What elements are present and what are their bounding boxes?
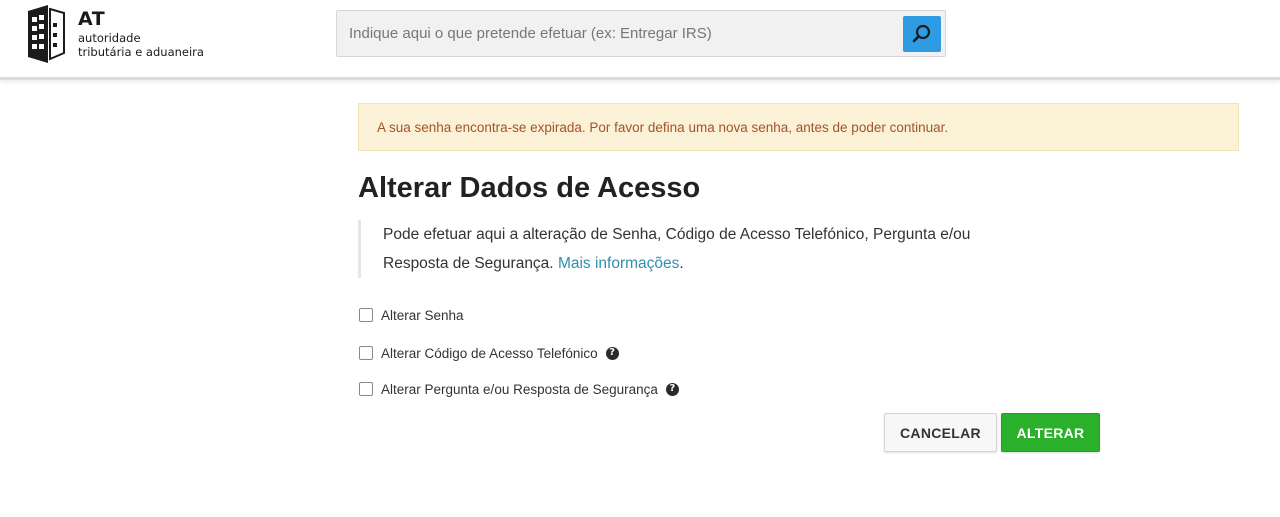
question-circle-icon[interactable]: ? bbox=[605, 346, 619, 360]
option-change-password[interactable]: Alterar Senha bbox=[359, 305, 464, 325]
question-circle-icon[interactable]: ? bbox=[665, 382, 679, 396]
change-phone-code-label: Alterar Código de Acesso Telefónico bbox=[381, 345, 598, 361]
search-input[interactable] bbox=[337, 11, 899, 56]
option-change-security-question[interactable]: Alterar Pergunta e/ou Resposta de Segura… bbox=[359, 379, 679, 399]
intro-line2: Resposta de Segurança. bbox=[383, 255, 554, 272]
page-title: Alterar Dados de Acesso bbox=[358, 172, 701, 204]
change-phone-code-checkbox[interactable] bbox=[359, 346, 373, 360]
header: AT autoridade tributária e aduaneira bbox=[0, 0, 1280, 80]
alter-button[interactable]: ALTERAR bbox=[1001, 413, 1100, 452]
at-emblem-icon bbox=[28, 5, 65, 63]
expired-password-alert: A sua senha encontra-se expirada. Por fa… bbox=[358, 103, 1239, 151]
logo-subtitle-line2: tributária e aduaneira bbox=[78, 45, 204, 59]
search-icon bbox=[912, 24, 931, 43]
intro-line1: Pode efetuar aqui a alteração de Senha, … bbox=[383, 226, 971, 243]
change-security-question-checkbox[interactable] bbox=[359, 382, 373, 396]
more-info-link[interactable]: Mais informações bbox=[558, 255, 679, 272]
change-password-label: Alterar Senha bbox=[381, 307, 464, 323]
change-password-checkbox[interactable] bbox=[359, 308, 373, 322]
search-bar bbox=[336, 10, 946, 57]
change-security-question-label: Alterar Pergunta e/ou Resposta de Segura… bbox=[381, 381, 658, 397]
intro-text: Pode efetuar aqui a alteração de Senha, … bbox=[358, 220, 1078, 278]
intro-link-suffix: . bbox=[679, 255, 684, 272]
logo-title: AT bbox=[78, 8, 106, 30]
cancel-button[interactable]: CANCELAR bbox=[884, 413, 997, 452]
logo-subtitle-line1: autoridade bbox=[78, 31, 141, 45]
at-logo[interactable]: AT autoridade tributária e aduaneira bbox=[26, 3, 236, 67]
search-button[interactable] bbox=[903, 16, 941, 52]
option-change-phone-code[interactable]: Alterar Código de Acesso Telefónico ? bbox=[359, 343, 619, 363]
